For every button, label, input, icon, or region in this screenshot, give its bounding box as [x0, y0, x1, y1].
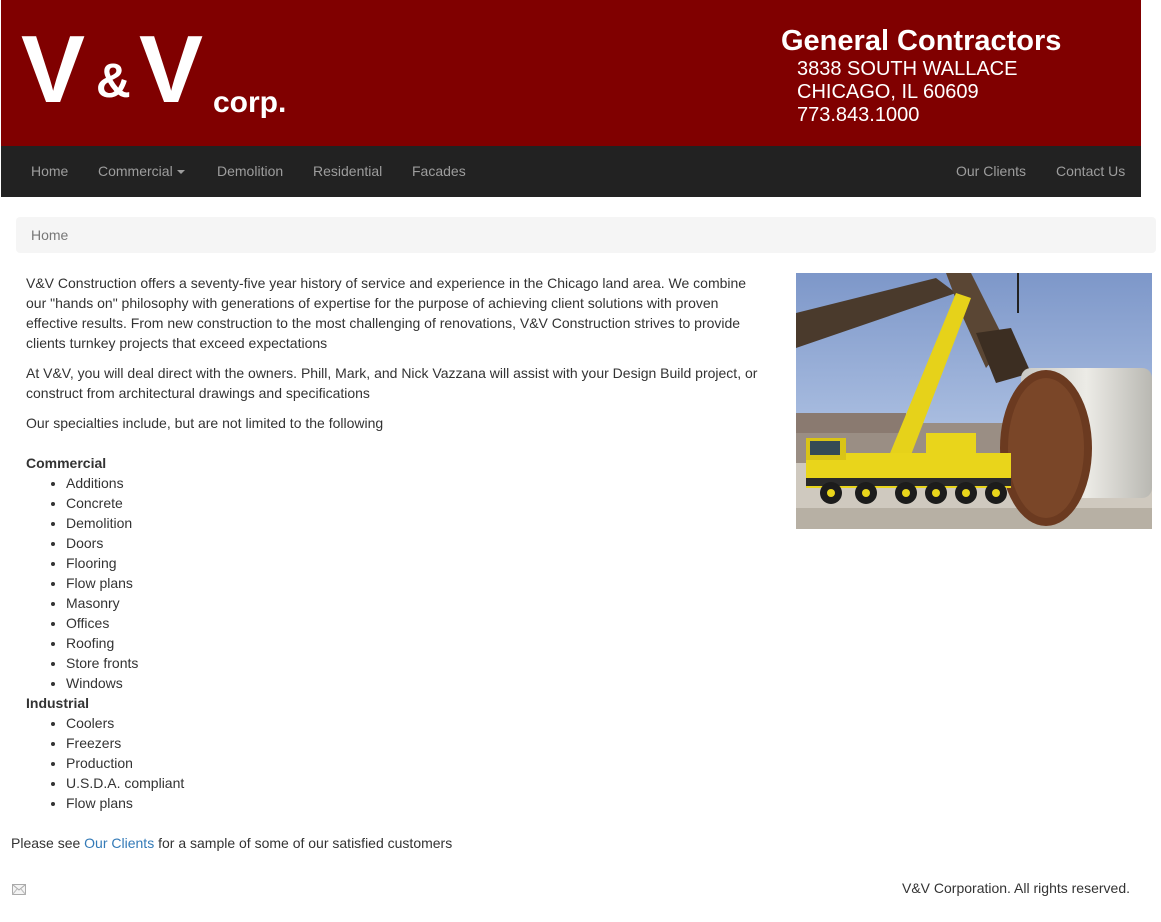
header-banner: V & V corp. General Contractors 3838 SOU… [1, 0, 1141, 146]
list-item: Flow plans [66, 793, 766, 813]
logo-letter-v1: V [21, 16, 85, 123]
tagline: General Contractors [781, 25, 1062, 57]
list-item: Store fronts [66, 653, 766, 673]
contact-block: General Contractors 3838 SOUTH WALLACE C… [781, 24, 1061, 127]
phone-number: 773.843.1000 [797, 104, 920, 126]
list-item: Windows [66, 673, 766, 693]
nav-contact-us[interactable]: Contact Us [1056, 146, 1125, 197]
clients-prefix: Please see [11, 835, 85, 851]
list-item: Demolition [66, 513, 766, 533]
list-item: Additions [66, 473, 766, 493]
breadcrumb-home: Home [31, 227, 69, 243]
owners-paragraph: At V&V, you will deal direct with the ow… [26, 365, 758, 401]
clients-sentence: Please see Our Clients for a sample of s… [11, 833, 452, 853]
specialties-intro: Our specialties include, but are not lim… [26, 415, 384, 431]
caret-down-icon [176, 170, 185, 175]
commercial-list: Additions Concrete Demolition Doors Floo… [66, 473, 766, 693]
commercial-heading: Commercial [26, 455, 107, 471]
industrial-heading: Industrial [26, 695, 90, 711]
list-item: Flooring [66, 553, 766, 573]
list-item: Concrete [66, 493, 766, 513]
main-navbar: Home Commercial Demolition Residential F… [1, 146, 1141, 197]
logo-letter-v2: V [139, 16, 203, 123]
list-item: Production [66, 753, 766, 773]
nav-commercial-dropdown[interactable]: Commercial [98, 146, 185, 197]
main-content: V&V Construction offers a seventy-five y… [26, 273, 766, 813]
industrial-list: Coolers Freezers Production U.S.D.A. com… [66, 713, 766, 813]
list-item: Flow plans [66, 573, 766, 593]
nav-residential[interactable]: Residential [313, 146, 382, 197]
list-item: Offices [66, 613, 766, 633]
list-item: Freezers [66, 733, 766, 753]
clients-suffix: for a sample of some of our satisfied cu… [154, 835, 453, 851]
list-item: Masonry [66, 593, 766, 613]
logo-corp: corp. [213, 86, 287, 119]
logo-ampersand: & [96, 55, 131, 108]
nav-commercial-label: Commercial [98, 163, 173, 179]
list-item: Doors [66, 533, 766, 553]
list-item: Coolers [66, 713, 766, 733]
envelope-icon[interactable] [11, 881, 27, 897]
nav-facades[interactable]: Facades [412, 146, 466, 197]
nav-our-clients[interactable]: Our Clients [956, 146, 1026, 197]
list-item: U.S.D.A. compliant [66, 773, 766, 793]
address-city: CHICAGO, IL 60609 [797, 81, 979, 103]
address-street: 3838 SOUTH WALLACE [797, 58, 1018, 80]
list-item: Roofing [66, 633, 766, 653]
our-clients-link[interactable]: Our Clients [84, 835, 154, 851]
breadcrumb: Home [16, 217, 1156, 253]
copyright-text: V&V Corporation. All rights reserved. [902, 880, 1130, 896]
intro-paragraph: V&V Construction offers a seventy-five y… [26, 275, 747, 351]
crane-demolition-photo [796, 273, 1152, 529]
nav-demolition[interactable]: Demolition [217, 146, 283, 197]
nav-home[interactable]: Home [31, 146, 68, 197]
